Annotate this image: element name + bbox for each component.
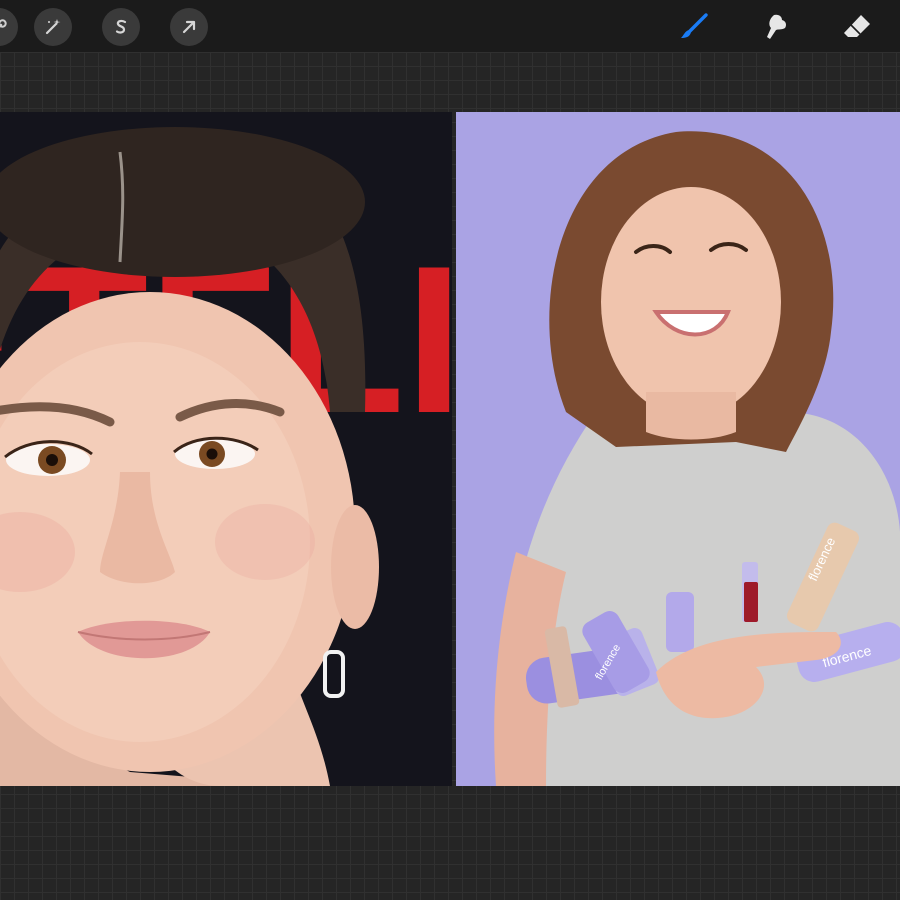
top-toolbar (0, 0, 900, 52)
wrench-icon[interactable] (0, 8, 18, 46)
portrait-left: ETFLIX (0, 112, 452, 786)
eraser-icon[interactable] (838, 8, 876, 46)
smudge-icon[interactable] (757, 8, 795, 46)
selection-s-icon[interactable] (102, 8, 140, 46)
brush-icon[interactable] (675, 8, 713, 46)
transform-arrow-icon[interactable] (170, 8, 208, 46)
portrait-right: florence florence florence (456, 112, 900, 786)
magic-wand-icon[interactable] (34, 8, 72, 46)
